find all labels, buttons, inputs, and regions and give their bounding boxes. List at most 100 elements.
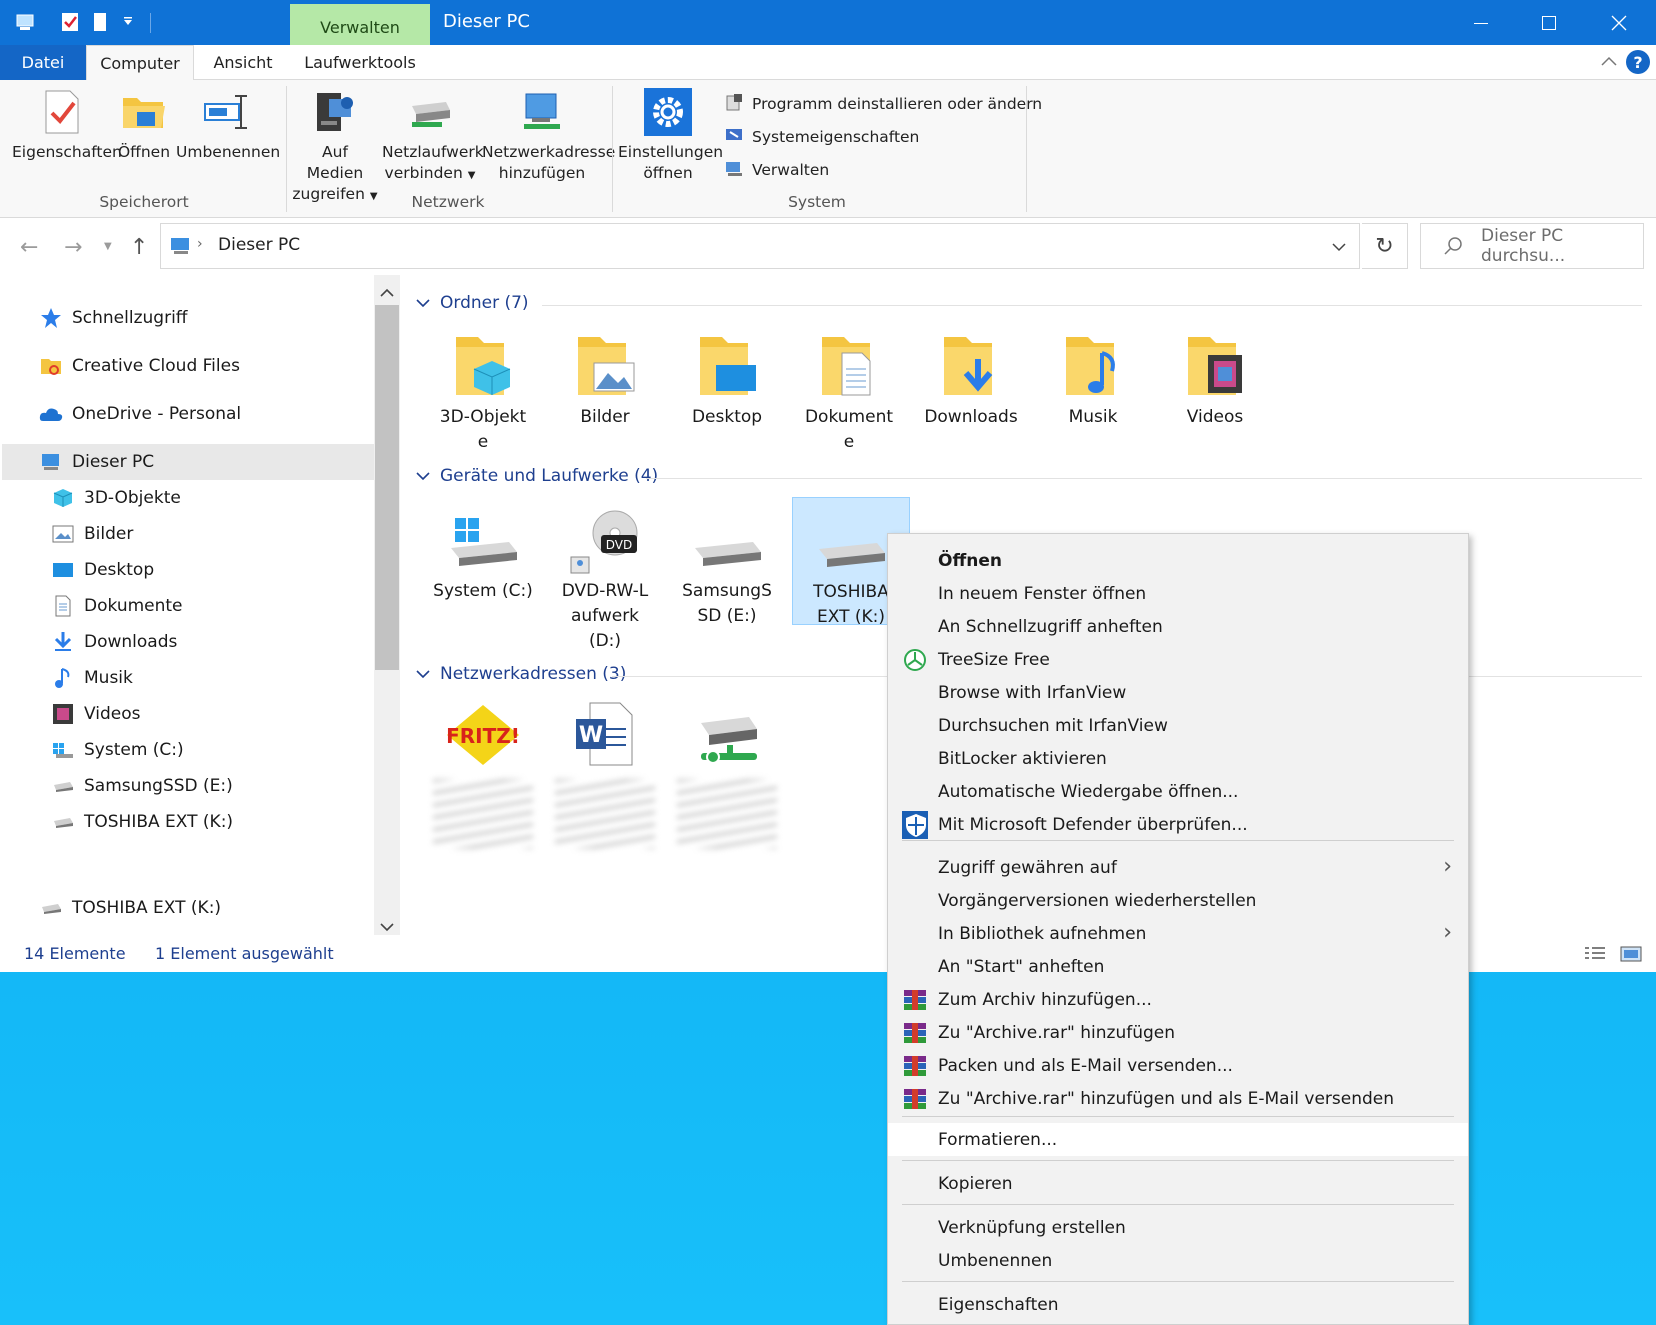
nav-item-creative-cloud-files[interactable]: Creative Cloud Files xyxy=(38,349,240,383)
menu-item-bitlocker-aktivieren[interactable]: BitLocker aktivieren xyxy=(888,742,1468,775)
nav-item-musik[interactable]: Musik xyxy=(50,661,133,695)
programm-deinstallieren-button[interactable]: Programm deinstallieren oder ändern xyxy=(724,92,1042,116)
verwalten-button[interactable]: Verwalten xyxy=(724,158,829,182)
folder-videos[interactable]: Videos xyxy=(1156,327,1274,430)
eigenschaften-button[interactable]: Eigenschaften xyxy=(12,86,122,163)
menu-item-microsoft-defender[interactable]: Mit Microsoft Defender überprüfen... xyxy=(888,808,1468,841)
menu-item-an-schnellzugriff-anheften[interactable]: An Schnellzugriff anheften xyxy=(888,610,1468,643)
menu-label: TreeSize Free xyxy=(938,649,1050,670)
nav-item-3d-objekte[interactable]: 3D-Objekte xyxy=(50,481,181,515)
drive-samsungssd-e[interactable]: SamsungS SD (E:) xyxy=(668,501,786,629)
folder-musik[interactable]: Musik xyxy=(1034,327,1152,430)
properties-quick-icon[interactable] xyxy=(58,10,82,34)
recent-locations-chevron-icon[interactable]: ▼ xyxy=(104,241,112,252)
folder-downloads[interactable]: Downloads xyxy=(912,327,1030,430)
nav-item-schnellzugriff[interactable]: Schnellzugriff xyxy=(38,301,188,335)
einstellungen-oeffnen-button[interactable]: Einstellungen öffnen xyxy=(618,86,723,184)
large-icons-view-icon[interactable] xyxy=(1620,945,1642,967)
nav-item-bilder[interactable]: Bilder xyxy=(50,517,133,551)
hard-drive-icon xyxy=(38,896,64,920)
scroll-down-chevron-icon[interactable] xyxy=(380,917,394,936)
nav-scrollbar-thumb[interactable] xyxy=(375,305,399,670)
scroll-up-chevron-icon[interactable] xyxy=(380,283,394,302)
search-input[interactable]: Dieser PC durchsu... xyxy=(1420,223,1644,269)
nav-item-toshiba-ext-k-root[interactable]: TOSHIBA EXT (K:) xyxy=(38,891,221,925)
tile-label-line-2: e xyxy=(477,432,489,452)
up-arrow-icon[interactable]: ↑ xyxy=(130,235,148,260)
folder-3d-objekte[interactable]: 3D-Objekt e xyxy=(424,327,542,455)
network-location-drive[interactable] xyxy=(668,695,786,849)
forward-arrow-icon[interactable]: → xyxy=(64,235,82,260)
section-header-netzwerkadressen[interactable]: Netzwerkadressen (3) xyxy=(416,664,626,684)
tab-laufwerktools[interactable]: Laufwerktools xyxy=(290,45,430,80)
section-header-ordner[interactable]: Ordner (7) xyxy=(416,293,529,313)
address-path[interactable]: Dieser PC xyxy=(218,235,300,255)
verwalten-context-tab[interactable]: Verwalten xyxy=(290,4,430,45)
folder-dokumente[interactable]: Dokument e xyxy=(790,327,908,455)
nav-item-downloads[interactable]: Downloads xyxy=(50,625,177,659)
menu-item-in-bibliothek-aufnehmen[interactable]: In Bibliothek aufnehmen › xyxy=(888,917,1468,950)
menu-item-zu-archive-rar-hinzufuegen[interactable]: Zu "Archive.rar" hinzufügen xyxy=(888,1016,1468,1049)
nav-item-dieser-pc[interactable]: Dieser PC xyxy=(38,445,154,479)
menu-item-in-neuem-fenster-oeffnen[interactable]: In neuem Fenster öffnen xyxy=(888,577,1468,610)
drive-system-c[interactable]: System (C:) xyxy=(424,501,542,604)
tab-ansicht[interactable]: Ansicht xyxy=(200,45,286,80)
nav-item-onedrive[interactable]: OneDrive - Personal xyxy=(38,397,241,431)
netzwerkadresse-hinzufuegen-button[interactable]: Netzwerkadresse hinzufügen xyxy=(482,86,615,184)
nav-item-desktop[interactable]: Desktop xyxy=(50,553,154,587)
umbenennen-button[interactable]: Umbenennen xyxy=(176,86,280,163)
nav-item-dokumente[interactable]: Dokumente xyxy=(50,589,183,623)
folder-desktop[interactable]: Desktop xyxy=(668,327,786,430)
folder-bilder[interactable]: Bilder xyxy=(546,327,664,430)
new-folder-quick-icon[interactable] xyxy=(88,10,112,34)
nav-item-videos[interactable]: Videos xyxy=(50,697,141,731)
auf-medien-zugreifen-button[interactable]: Auf Medien zugreifen ▼ xyxy=(292,86,378,207)
help-icon[interactable]: ? xyxy=(1626,50,1650,74)
drive-dvd-rw-d[interactable]: DVD DVD-RW-L aufwerk (D:) xyxy=(546,501,664,654)
fritz-logo: FRITZ! xyxy=(446,724,520,748)
menu-item-eigenschaften[interactable]: Eigenschaften xyxy=(888,1288,1468,1321)
address-history-chevron-icon[interactable] xyxy=(1331,238,1347,257)
menu-item-kopieren[interactable]: Kopieren xyxy=(888,1167,1468,1200)
nav-scrollbar[interactable] xyxy=(374,275,400,935)
network-location-word[interactable]: W xyxy=(546,695,664,849)
menu-item-vorgaengerversionen[interactable]: Vorgängerversionen wiederherstellen xyxy=(888,884,1468,917)
back-arrow-icon[interactable]: ← xyxy=(20,235,38,260)
properties-checkmark-icon xyxy=(36,86,88,138)
nav-item-system-c[interactable]: System (C:) xyxy=(50,733,184,767)
menu-item-umbenennen[interactable]: Umbenennen xyxy=(888,1244,1468,1277)
menu-item-oeffnen[interactable]: Öffnen xyxy=(888,544,1468,577)
nav-item-samsungssd-e[interactable]: SamsungSSD (E:) xyxy=(50,769,233,803)
minimize-button[interactable] xyxy=(1448,0,1514,45)
menu-item-durchsuchen-mit-irfanview[interactable]: Durchsuchen mit IrfanView xyxy=(888,709,1468,742)
menu-item-zugriff-gewaehren-auf[interactable]: Zugriff gewähren auf › xyxy=(888,851,1468,884)
menu-item-zum-archiv-hinzufuegen[interactable]: Zum Archiv hinzufügen... xyxy=(888,983,1468,1016)
collapse-ribbon-chevron-icon[interactable] xyxy=(1600,53,1618,72)
oeffnen-button[interactable]: Öffnen xyxy=(116,86,172,163)
refresh-icon[interactable]: ↻ xyxy=(1362,223,1408,269)
menu-item-an-start-anheften[interactable]: An "Start" anheften xyxy=(888,950,1468,983)
tab-computer[interactable]: Computer xyxy=(86,45,194,81)
address-bar[interactable]: › Dieser PC xyxy=(160,223,1360,269)
menu-item-formatieren[interactable]: Formatieren... xyxy=(888,1123,1468,1156)
menu-item-automatische-wiedergabe[interactable]: Automatische Wiedergabe öffnen... xyxy=(888,775,1468,808)
menu-item-browse-with-irfanview[interactable]: Browse with IrfanView xyxy=(888,676,1468,709)
nav-item-toshiba-ext-k[interactable]: TOSHIBA EXT (K:) xyxy=(50,805,233,839)
menu-item-packen-und-email[interactable]: Packen und als E-Mail versenden... xyxy=(888,1049,1468,1082)
menu-item-archive-rar-und-email[interactable]: Zu "Archive.rar" hinzufügen und als E-Ma… xyxy=(888,1082,1468,1115)
section-header-geraete[interactable]: Geräte und Laufwerke (4) xyxy=(416,466,658,486)
tab-datei[interactable]: Datei xyxy=(0,45,86,80)
network-location-fritzbox[interactable]: FRITZ! xyxy=(424,695,542,849)
customize-quick-access-chevron-icon[interactable] xyxy=(116,10,140,34)
systemeigenschaften-button[interactable]: Systemeigenschaften xyxy=(724,125,919,149)
menu-item-verknuepfung-erstellen[interactable]: Verknüpfung erstellen xyxy=(888,1211,1468,1244)
explorer-app-icon[interactable] xyxy=(14,10,38,34)
netzlaufwerk-verbinden-button[interactable]: Netzlaufwerk verbinden ▼ xyxy=(382,86,484,186)
ribbon-group-divider xyxy=(612,86,613,212)
details-view-icon[interactable] xyxy=(1584,945,1606,967)
maximize-button[interactable] xyxy=(1516,0,1582,45)
menu-item-treesize-free[interactable]: TreeSize Free xyxy=(888,643,1468,676)
nav-label: Dokumente xyxy=(84,596,183,616)
menu-separator xyxy=(902,1281,1454,1282)
close-button[interactable] xyxy=(1586,0,1652,45)
